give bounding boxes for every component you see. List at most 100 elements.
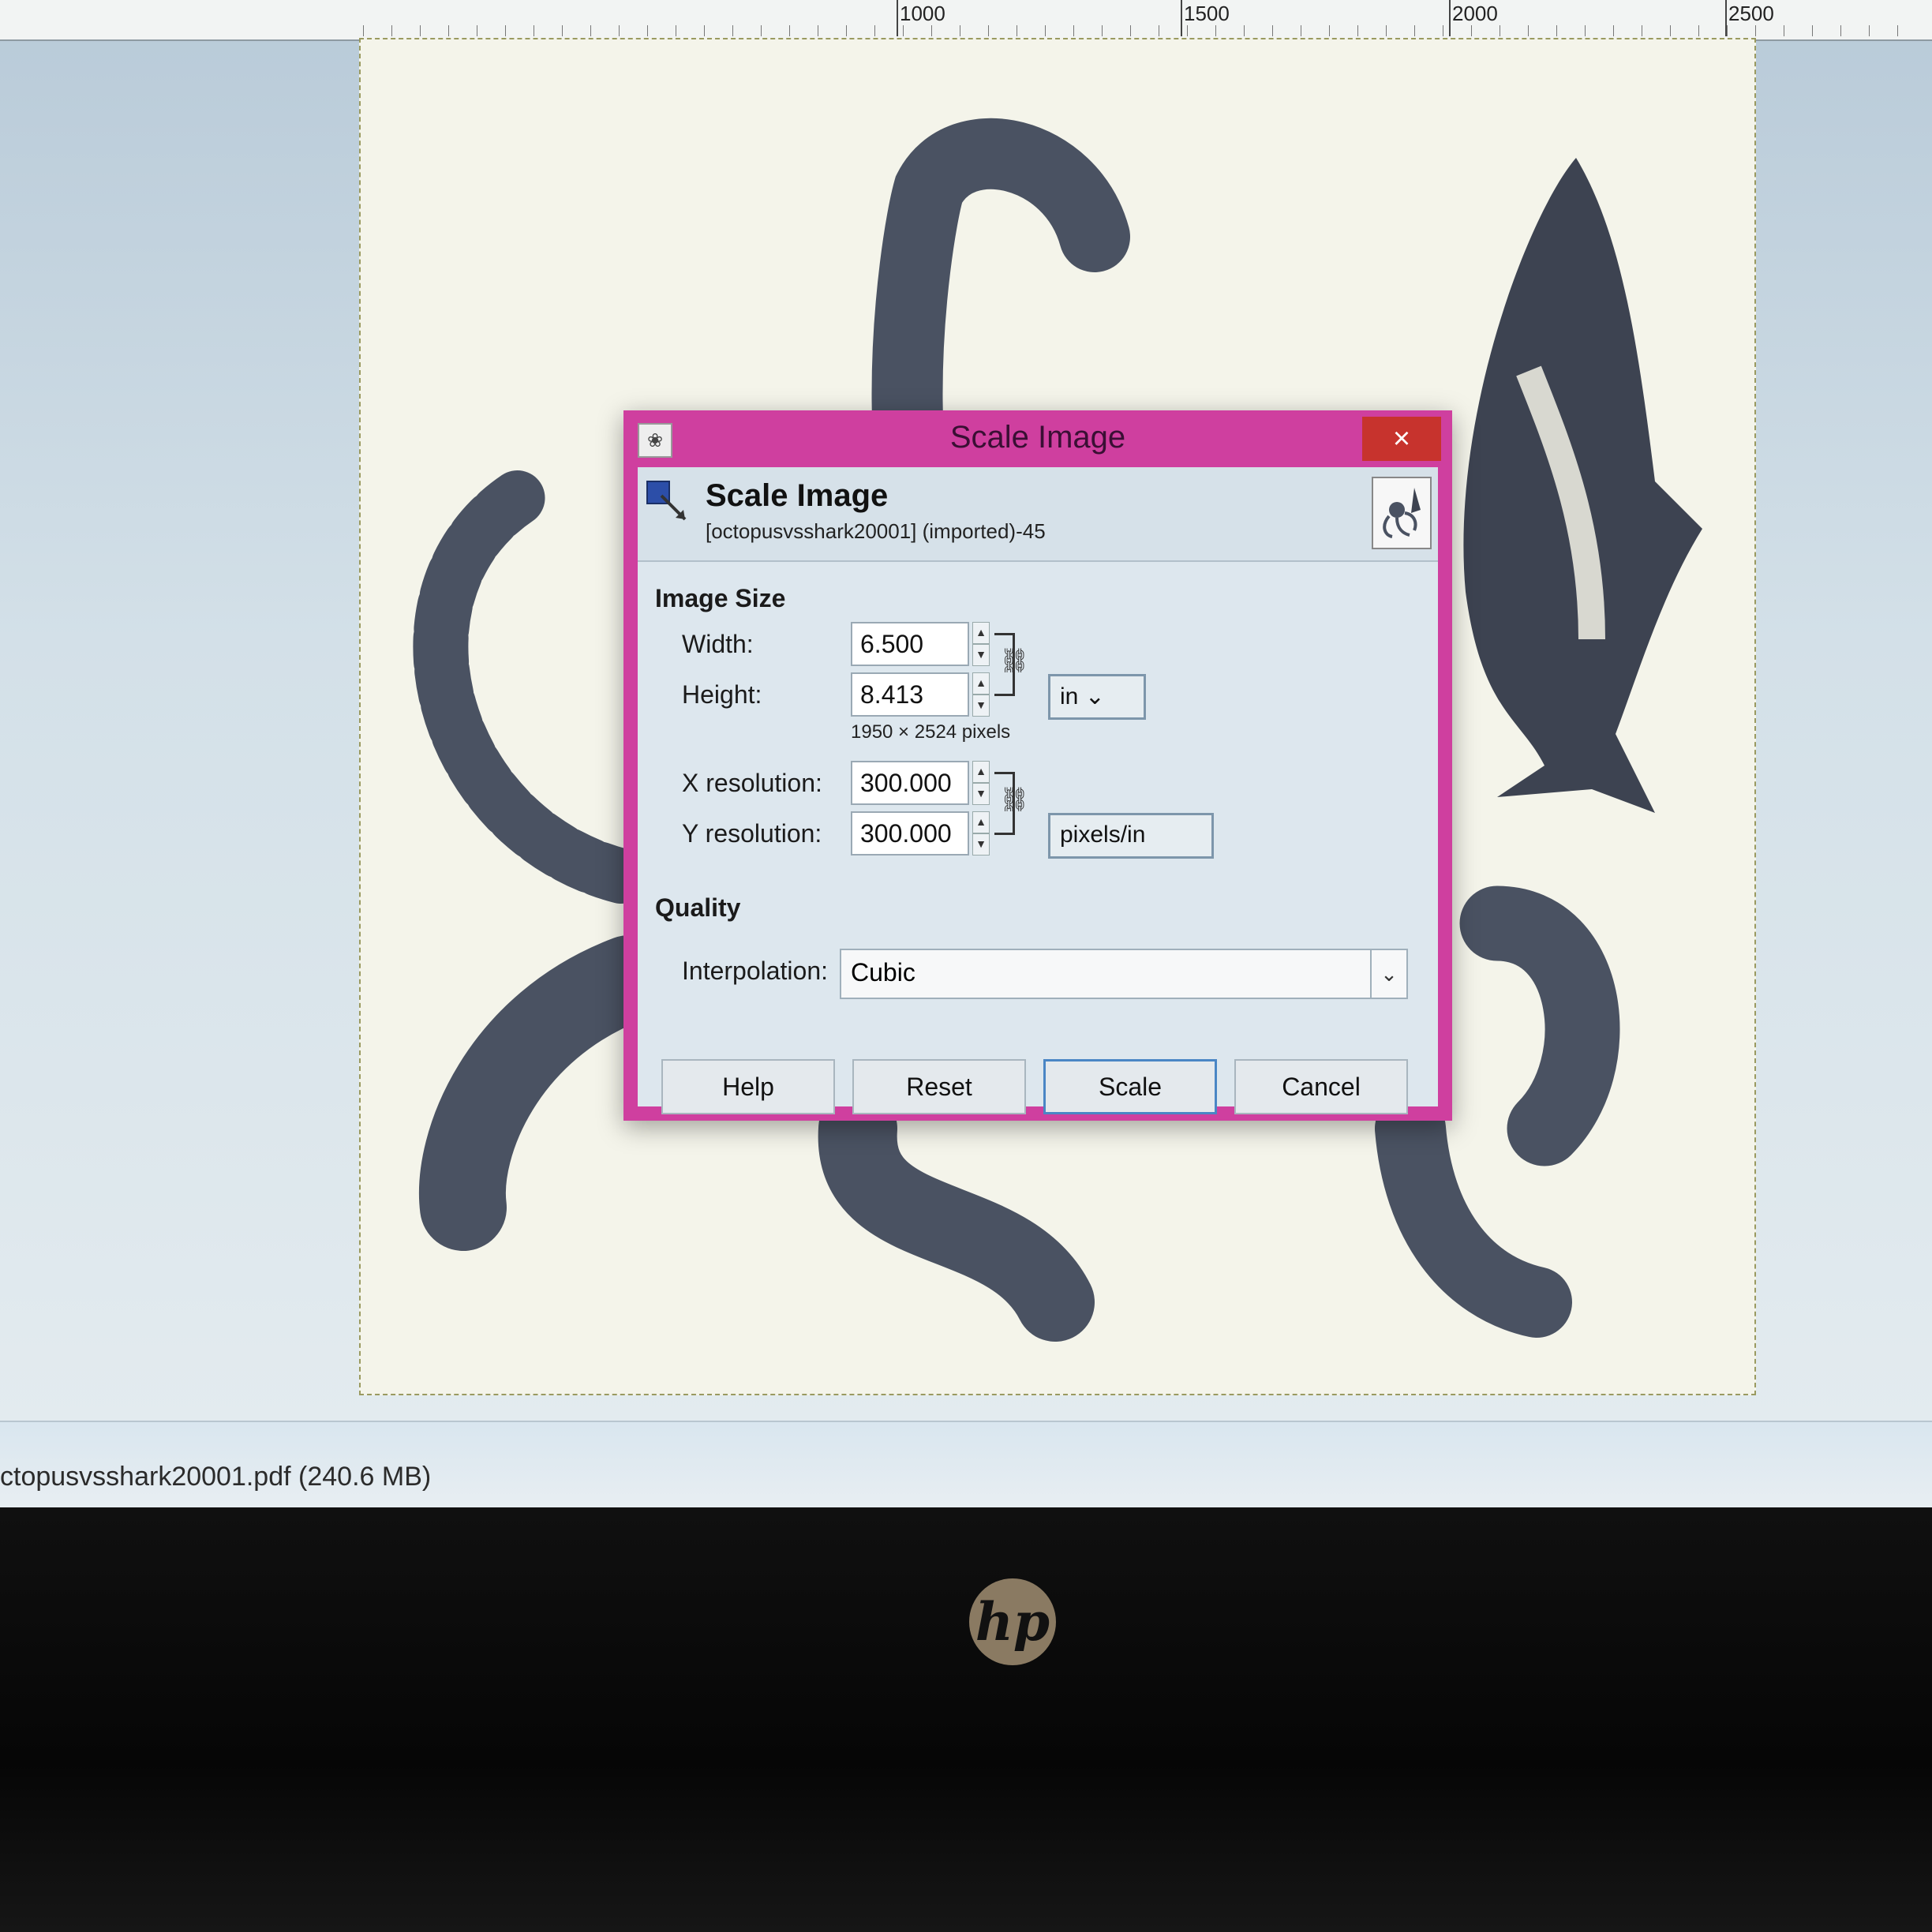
scale-image-dialog: ❀ Scale Image × Scale Image [octopusvssh… [623,410,1452,1121]
ruler-minor-tick [903,25,904,36]
dialog-heading: Scale Image [706,478,889,513]
height-stepper[interactable]: ▲ ▼ [972,672,990,717]
interpolation-value: Cubic [851,958,915,987]
ruler-minor-tick [931,25,932,36]
ruler-minor-tick [1670,25,1671,36]
size-unit-value: in [1060,683,1079,710]
width-stepper[interactable]: ▲ ▼ [972,622,990,666]
ruler-minor-tick [1471,25,1472,36]
dialog-titlebar[interactable]: ❀ Scale Image × [638,410,1441,467]
interpolation-select[interactable]: Cubic ⌄ [840,949,1408,999]
ruler-label: 1500 [1184,2,1230,25]
ruler-minor-tick [647,25,648,36]
ruler-minor-tick [1556,25,1557,36]
ruler-minor-tick [789,25,790,36]
laptop-bezel [0,1507,1932,1932]
reset-button[interactable]: Reset [852,1059,1026,1114]
file-info: ctopusvsshark20001.pdf (240.6 MB) [0,1462,432,1492]
ruler-minor-tick [1755,25,1756,36]
spin-up-icon[interactable]: ▲ [972,761,990,783]
help-button[interactable]: Help [661,1059,835,1114]
ruler-minor-tick [505,25,506,36]
dialog-header: Scale Image [octopusvsshark20001] (impor… [638,467,1438,562]
ruler-minor-tick [1897,25,1898,36]
ruler-minor-tick [562,25,563,36]
ruler-minor-tick [1073,25,1074,36]
ruler-minor-tick [1613,25,1614,36]
spin-up-icon[interactable]: ▲ [972,672,990,695]
ruler-minor-tick [1840,25,1841,36]
pixel-dimensions: 1950 × 2524 pixels [851,721,1011,743]
ruler-minor-tick [732,25,733,36]
width-field[interactable] [851,622,969,666]
dropdown-arrow-icon: ⌄ [1084,683,1105,710]
ruler-minor-tick [420,25,421,36]
chain-link-icon[interactable]: ⛓ [999,647,1029,675]
x-resolution-field[interactable] [851,761,969,805]
chain-link-icon[interactable]: ⛓ [999,786,1029,814]
spin-down-icon[interactable]: ▼ [972,644,990,666]
cancel-button[interactable]: Cancel [1234,1059,1408,1114]
image-name: [octopusvsshark20001] (imported)-45 [706,519,1046,543]
ruler-minor-tick [1102,25,1103,36]
tentacle [1459,886,1620,1166]
spin-down-icon[interactable]: ▼ [972,783,990,805]
resolution-unit-value: pixels/in [1060,822,1146,848]
ruler-label: 2000 [1452,2,1498,25]
shark-figure [1463,158,1702,813]
ruler-minor-tick [1585,25,1586,36]
ruler-minor-tick [1045,25,1046,36]
y-resolution-stepper[interactable]: ▲ ▼ [972,811,990,856]
ruler-minor-tick [761,25,762,36]
tentacle [818,1089,1095,1342]
ruler-minor-tick [1386,25,1387,36]
resolution-unit-select[interactable]: pixels/in [1048,813,1214,859]
ruler-minor-tick [874,25,875,36]
hp-logo: hp [969,1578,1056,1665]
x-resolution-label: X resolution: [682,769,822,797]
spin-up-icon[interactable]: ▲ [972,622,990,644]
spin-up-icon[interactable]: ▲ [972,811,990,833]
ruler-minor-tick [1528,25,1529,36]
spin-down-icon[interactable]: ▼ [972,833,990,856]
ruler-minor-tick [590,25,591,36]
ruler-minor-tick [988,25,989,36]
ruler-tick [897,0,898,36]
interpolation-label: Interpolation: [682,957,829,985]
quality-section-title: Quality [655,893,741,922]
height-label: Height: [682,680,762,709]
ruler-minor-tick [1357,25,1358,36]
ruler-minor-tick [363,25,364,36]
ruler-minor-tick [1698,25,1699,36]
tentacle [419,935,672,1251]
tentacle [413,470,649,904]
x-resolution-stepper[interactable]: ▲ ▼ [972,761,990,805]
ruler-minor-tick [391,25,392,36]
ruler-minor-tick [704,25,705,36]
spin-down-icon[interactable]: ▼ [972,695,990,717]
ruler-minor-tick [1215,25,1216,36]
y-resolution-label: Y resolution: [682,819,822,848]
dialog-body: Scale Image [octopusvsshark20001] (impor… [638,467,1438,1114]
ruler-minor-tick [846,25,847,36]
height-field[interactable] [851,672,969,717]
ruler-tick [1449,0,1451,36]
ruler-label: 1000 [900,2,945,25]
image-size-section-title: Image Size [655,584,786,612]
width-label: Width: [682,630,754,658]
dropdown-arrow-icon: ⌄ [1370,950,1406,998]
scale-button[interactable]: Scale [1043,1059,1217,1114]
ruler-tick [1181,0,1182,36]
ruler-minor-tick [1244,25,1245,36]
horizontal-ruler: 1000 1500 2000 2500 [0,0,1932,41]
scale-tool-icon [646,481,687,521]
dialog-window-title: Scale Image [949,420,1126,455]
ruler-label: 2500 [1728,2,1774,25]
close-icon: × [1392,421,1411,455]
ruler-minor-tick [1187,25,1188,36]
ruler-minor-tick [619,25,620,36]
y-resolution-field[interactable] [851,811,969,856]
close-button[interactable]: × [1362,417,1441,461]
ruler-minor-tick [1130,25,1131,36]
size-unit-select[interactable]: in ⌄ [1048,674,1146,720]
